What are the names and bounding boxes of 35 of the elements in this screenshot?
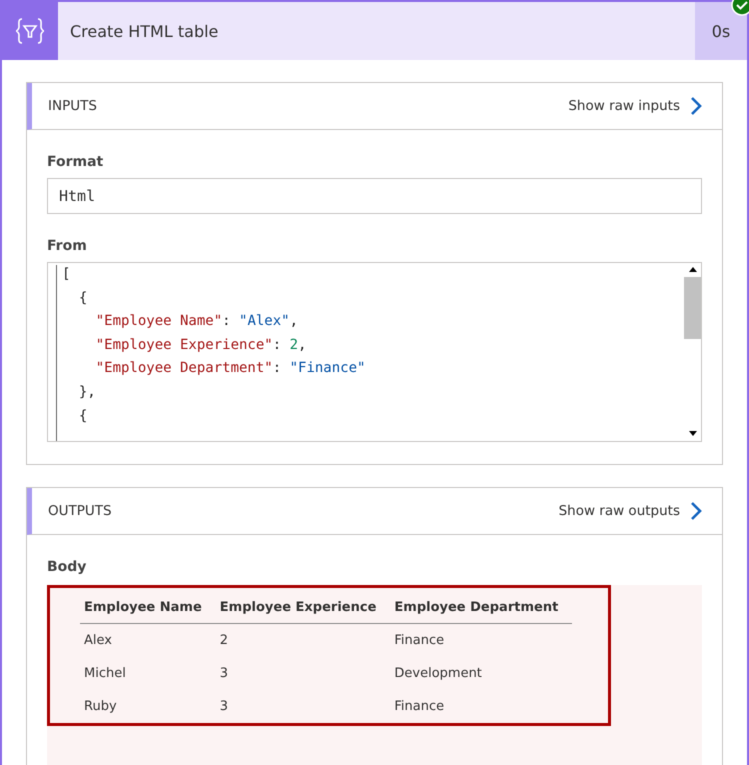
column-header: Employee Department bbox=[390, 592, 572, 624]
table-cell-text: Development bbox=[393, 665, 483, 683]
code-line: "Employee Department": "Finance" bbox=[94, 359, 366, 378]
code-line: "Employee Name": "Alex", bbox=[94, 312, 300, 332]
braces-filter-icon bbox=[14, 17, 46, 45]
chevron-right-icon bbox=[690, 97, 702, 115]
table-cell-text: Finance bbox=[393, 698, 446, 716]
column-header: Employee Name bbox=[80, 592, 216, 624]
field-label: Body bbox=[47, 559, 88, 575]
section-title: OUTPUTS bbox=[48, 503, 112, 519]
field-label: Format bbox=[47, 154, 104, 170]
code-line: }, bbox=[78, 382, 97, 402]
table-cell-text: 3 bbox=[218, 698, 230, 716]
action-title: Create HTML table bbox=[58, 2, 695, 60]
table-cell-text: Ruby bbox=[83, 698, 118, 716]
code-line: { bbox=[78, 406, 88, 426]
code-editor[interactable]: [ { "Employee Name": "Alex", "Employee Experience": 2, "Employee Department": "Finance" }, { bbox=[47, 262, 702, 442]
section-title: INPUTS bbox=[48, 98, 97, 114]
show-raw-inputs-link[interactable]: Show raw inputs bbox=[568, 97, 702, 115]
duration-label: 0s bbox=[695, 2, 747, 60]
table-cell: Alex bbox=[80, 624, 216, 657]
table-cell-text: Michel bbox=[83, 665, 127, 683]
table-cell-text: 3 bbox=[218, 665, 230, 683]
scroll-up-icon[interactable] bbox=[688, 267, 698, 273]
column-header: Employee Experience bbox=[216, 592, 390, 624]
code-line: "Employee Experience": 2, bbox=[94, 336, 308, 355]
table-cell: 2 bbox=[216, 624, 390, 657]
code-line: [ bbox=[62, 265, 72, 284]
field-label: From bbox=[47, 238, 88, 254]
show-raw-outputs-link[interactable]: Show raw outputs bbox=[558, 502, 702, 520]
chevron-right-icon bbox=[690, 502, 702, 520]
scroll-down-icon[interactable] bbox=[688, 431, 698, 437]
table-cell: Finance bbox=[390, 624, 572, 657]
format-field[interactable]: Html bbox=[47, 178, 702, 214]
code-line: { bbox=[78, 288, 88, 308]
